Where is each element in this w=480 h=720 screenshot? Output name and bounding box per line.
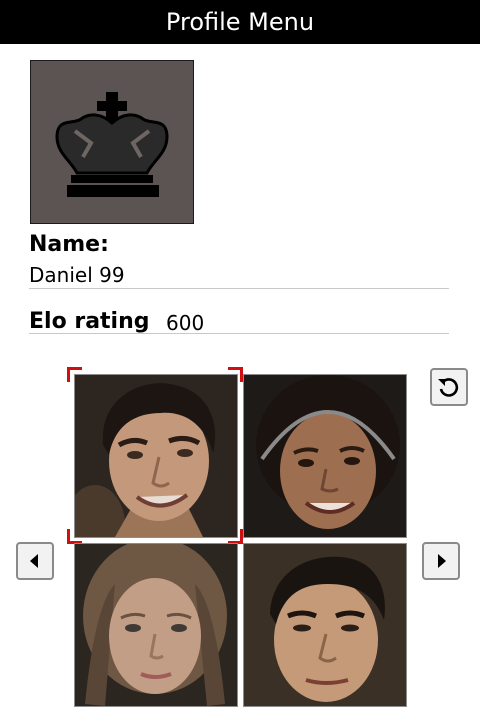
selection-corner-top-left xyxy=(67,367,82,382)
page-title: Profile Menu xyxy=(165,8,315,36)
rotate-button[interactable] xyxy=(430,368,468,406)
selection-corner-bottom-right xyxy=(228,529,243,544)
arrow-right-icon xyxy=(438,554,446,568)
name-underline xyxy=(29,288,449,289)
portrait-man-short-hair[interactable] xyxy=(243,543,407,707)
title-bar: Profile Menu xyxy=(0,0,480,44)
selection-corner-bottom-left xyxy=(67,529,82,544)
rotate-icon xyxy=(438,378,459,397)
selection-corner-top-right xyxy=(228,367,243,382)
elo-underline xyxy=(29,333,449,334)
elo-value: 600 xyxy=(166,311,205,335)
arrow-left-icon xyxy=(30,554,38,568)
previous-button[interactable] xyxy=(16,542,54,580)
chess-king-icon xyxy=(55,92,169,197)
portrait-man-dark-hair[interactable] xyxy=(74,374,238,538)
portrait-girl-blonde[interactable] xyxy=(74,543,238,707)
portrait-woman-headphones[interactable] xyxy=(243,374,407,538)
profile-avatar[interactable] xyxy=(30,60,194,224)
name-label: Name: xyxy=(29,232,109,257)
name-field[interactable]: Daniel 99 xyxy=(29,263,125,287)
next-button[interactable] xyxy=(422,542,460,580)
elo-label: Elo rating xyxy=(29,309,150,334)
